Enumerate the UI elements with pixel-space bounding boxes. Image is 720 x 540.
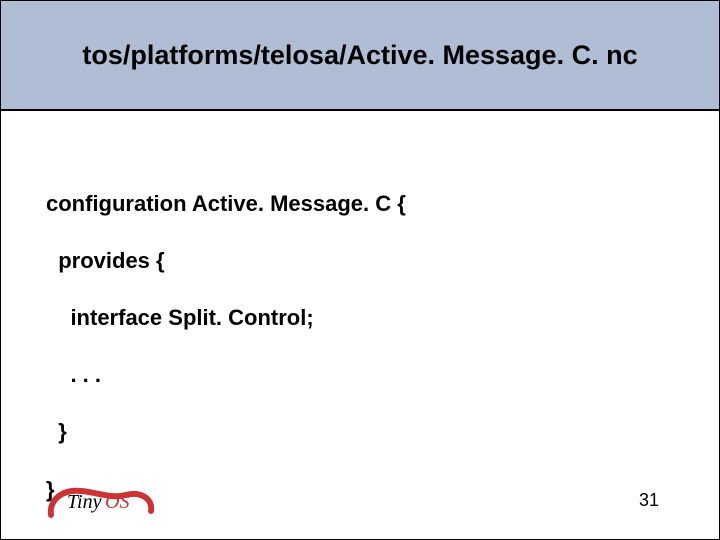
page-number: 31 <box>639 490 659 511</box>
logo-text-tiny: Tiny <box>67 491 102 513</box>
title-band: tos/platforms/telosa/Active. Message. C.… <box>1 1 719 111</box>
code-line: } <box>46 418 674 447</box>
slide-title: tos/platforms/telosa/Active. Message. C.… <box>82 40 637 71</box>
code-line: provides { <box>46 247 674 276</box>
code-line: configuration Active. Message. C { <box>46 190 674 219</box>
blank-line <box>46 533 674 540</box>
code-line: interface Split. Control; <box>46 304 674 333</box>
code-line: . . . <box>46 361 674 390</box>
logo-text-os: OS <box>105 491 129 513</box>
code-block: configuration Active. Message. C { provi… <box>1 111 719 540</box>
tinyos-logo: Tiny OS <box>41 481 161 521</box>
slide: tos/platforms/telosa/Active. Message. C.… <box>0 0 720 540</box>
